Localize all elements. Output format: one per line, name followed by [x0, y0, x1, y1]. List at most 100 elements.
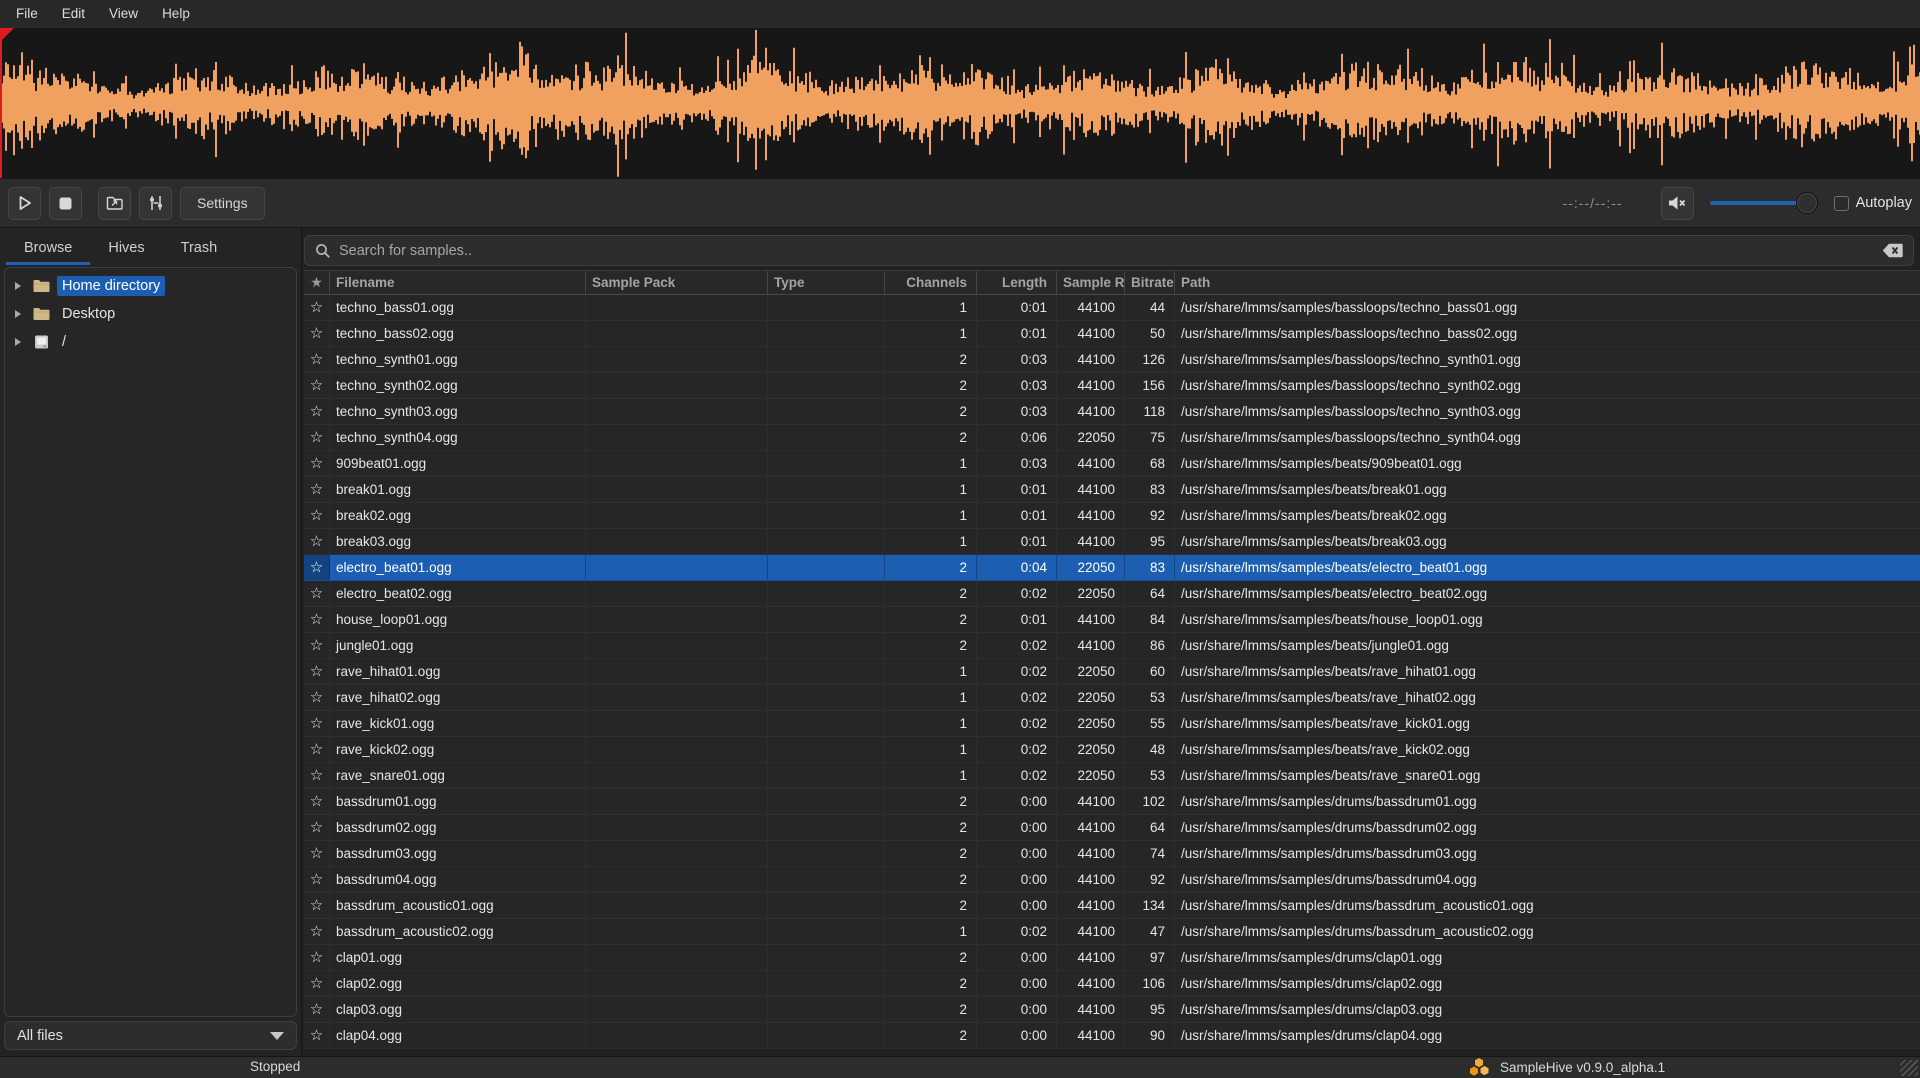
- tab-hives[interactable]: Hives: [90, 235, 162, 265]
- expand-arrow-icon[interactable]: [15, 338, 21, 346]
- table-row[interactable]: ☆ bassdrum02.ogg 2 0:00 44100 64 /usr/sh…: [304, 815, 1920, 841]
- favorite-star-icon[interactable]: ☆: [304, 971, 330, 996]
- table-row[interactable]: ☆ electro_beat02.ogg 2 0:02 22050 64 /us…: [304, 581, 1920, 607]
- favorite-star-icon[interactable]: ☆: [304, 763, 330, 788]
- favorite-star-icon[interactable]: ☆: [304, 659, 330, 684]
- column-header-type[interactable]: Type: [768, 271, 885, 294]
- table-row[interactable]: ☆ techno_synth03.ogg 2 0:03 44100 118 /u…: [304, 399, 1920, 425]
- column-header-filename[interactable]: Filename: [330, 271, 586, 294]
- tab-trash[interactable]: Trash: [163, 235, 236, 265]
- column-header-bitrate[interactable]: Bitrate: [1125, 271, 1175, 294]
- table-row[interactable]: ☆ bassdrum_acoustic02.ogg 1 0:02 44100 4…: [304, 919, 1920, 945]
- table-row[interactable]: ☆ house_loop01.ogg 2 0:01 44100 84 /usr/…: [304, 607, 1920, 633]
- favorite-star-icon[interactable]: ☆: [304, 893, 330, 918]
- favorite-star-icon[interactable]: ☆: [304, 815, 330, 840]
- menu-item-help[interactable]: Help: [150, 0, 202, 28]
- expand-arrow-icon[interactable]: [15, 282, 21, 290]
- table-row[interactable]: ☆ bassdrum04.ogg 2 0:00 44100 92 /usr/sh…: [304, 867, 1920, 893]
- table-row[interactable]: ☆ rave_hihat02.ogg 1 0:02 22050 53 /usr/…: [304, 685, 1920, 711]
- table-row[interactable]: ☆ techno_synth01.ogg 2 0:03 44100 126 /u…: [304, 347, 1920, 373]
- favorite-star-icon[interactable]: ☆: [304, 555, 330, 580]
- tab-browse[interactable]: Browse: [6, 235, 90, 265]
- favorite-star-icon[interactable]: ☆: [304, 425, 330, 450]
- table-row[interactable]: ☆ rave_kick02.ogg 1 0:02 22050 48 /usr/s…: [304, 737, 1920, 763]
- menu-item-view[interactable]: View: [97, 0, 150, 28]
- column-header-channels[interactable]: Channels: [885, 271, 977, 294]
- table-row[interactable]: ☆ techno_synth04.ogg 2 0:06 22050 75 /us…: [304, 425, 1920, 451]
- favorite-star-icon[interactable]: ☆: [304, 295, 330, 320]
- favorite-star-icon[interactable]: ☆: [304, 347, 330, 372]
- waveform-view[interactable]: [0, 28, 1920, 178]
- column-header-path[interactable]: Path: [1175, 271, 1920, 294]
- table-row[interactable]: ☆ bassdrum01.ogg 2 0:00 44100 102 /usr/s…: [304, 789, 1920, 815]
- tree-item-home-directory[interactable]: Home directory: [5, 272, 296, 300]
- favorite-star-icon[interactable]: ☆: [304, 1023, 330, 1048]
- favorite-star-icon[interactable]: ☆: [304, 997, 330, 1022]
- favorite-star-icon[interactable]: ☆: [304, 841, 330, 866]
- table-row[interactable]: ☆ break03.ogg 1 0:01 44100 95 /usr/share…: [304, 529, 1920, 555]
- stop-button[interactable]: [49, 187, 82, 220]
- loop-ab-button[interactable]: [139, 187, 172, 220]
- favorite-star-icon[interactable]: ☆: [304, 685, 330, 710]
- tree-item-root[interactable]: /: [5, 328, 296, 356]
- search-input[interactable]: [339, 243, 1882, 259]
- favorite-star-icon[interactable]: ☆: [304, 581, 330, 606]
- volume-slider[interactable]: [1710, 201, 1818, 205]
- table-row[interactable]: ☆ rave_kick01.ogg 1 0:02 22050 55 /usr/s…: [304, 711, 1920, 737]
- clear-search-icon[interactable]: [1882, 243, 1903, 258]
- table-row[interactable]: ☆ rave_snare01.ogg 1 0:02 22050 53 /usr/…: [304, 763, 1920, 789]
- favorite-star-icon[interactable]: ☆: [304, 607, 330, 632]
- file-filter-dropdown[interactable]: All files: [4, 1021, 297, 1050]
- search-bar[interactable]: [304, 235, 1914, 266]
- column-header-length[interactable]: Length: [977, 271, 1057, 294]
- tree-item-label[interactable]: Desktop: [57, 304, 120, 324]
- table-row[interactable]: ☆ techno_bass02.ogg 1 0:01 44100 50 /usr…: [304, 321, 1920, 347]
- table-row[interactable]: ☆ jungle01.ogg 2 0:02 44100 86 /usr/shar…: [304, 633, 1920, 659]
- autoplay-checkbox[interactable]: [1834, 196, 1849, 211]
- favorite-star-icon[interactable]: ☆: [304, 737, 330, 762]
- favorite-star-icon[interactable]: ☆: [304, 399, 330, 424]
- tree-item-label[interactable]: Home directory: [57, 276, 165, 296]
- settings-button[interactable]: Settings: [180, 187, 265, 220]
- favorite-star-icon[interactable]: ☆: [304, 373, 330, 398]
- table-row[interactable]: ☆ bassdrum03.ogg 2 0:00 44100 74 /usr/sh…: [304, 841, 1920, 867]
- mute-button[interactable]: [1661, 187, 1694, 220]
- volume-slider-knob[interactable]: [1796, 192, 1818, 214]
- favorite-star-icon[interactable]: ☆: [304, 503, 330, 528]
- menu-item-file[interactable]: File: [4, 0, 50, 28]
- table-row[interactable]: ☆ bassdrum_acoustic01.ogg 2 0:00 44100 1…: [304, 893, 1920, 919]
- tree-item-label[interactable]: /: [57, 332, 71, 352]
- table-row[interactable]: ☆ 909beat01.ogg 1 0:03 44100 68 /usr/sha…: [304, 451, 1920, 477]
- column-header-sample-rate[interactable]: Sample Rate: [1057, 271, 1125, 294]
- favorite-star-icon[interactable]: ☆: [304, 451, 330, 476]
- favorite-star-icon[interactable]: ☆: [304, 945, 330, 970]
- cell-bitrate: 83: [1125, 477, 1175, 502]
- table-row[interactable]: ☆ break02.ogg 1 0:01 44100 92 /usr/share…: [304, 503, 1920, 529]
- open-in-filemanager-button[interactable]: [98, 187, 131, 220]
- table-row[interactable]: ☆ clap04.ogg 2 0:00 44100 90 /usr/share/…: [304, 1023, 1920, 1049]
- favorite-star-icon[interactable]: ☆: [304, 919, 330, 944]
- favorite-star-icon[interactable]: ☆: [304, 477, 330, 502]
- cell-sample-pack: [586, 503, 768, 528]
- menu-item-edit[interactable]: Edit: [50, 0, 97, 28]
- tree-item-desktop[interactable]: Desktop: [5, 300, 296, 328]
- favorite-star-icon[interactable]: ☆: [304, 633, 330, 658]
- table-row[interactable]: ☆ rave_hihat01.ogg 1 0:02 22050 60 /usr/…: [304, 659, 1920, 685]
- favorite-star-icon[interactable]: ☆: [304, 867, 330, 892]
- favorite-star-icon[interactable]: ☆: [304, 789, 330, 814]
- favorite-star-icon[interactable]: ☆: [304, 529, 330, 554]
- table-row[interactable]: ☆ break01.ogg 1 0:01 44100 83 /usr/share…: [304, 477, 1920, 503]
- expand-arrow-icon[interactable]: [15, 310, 21, 318]
- column-header-favorite[interactable]: ★: [304, 271, 330, 294]
- favorite-star-icon[interactable]: ☆: [304, 321, 330, 346]
- play-button[interactable]: [8, 187, 41, 220]
- table-row[interactable]: ☆ techno_bass01.ogg 1 0:01 44100 44 /usr…: [304, 295, 1920, 321]
- resize-grip[interactable]: [1900, 1060, 1918, 1076]
- table-row[interactable]: ☆ clap03.ogg 2 0:00 44100 95 /usr/share/…: [304, 997, 1920, 1023]
- table-row[interactable]: ☆ clap02.ogg 2 0:00 44100 106 /usr/share…: [304, 971, 1920, 997]
- favorite-star-icon[interactable]: ☆: [304, 711, 330, 736]
- table-row[interactable]: ☆ clap01.ogg 2 0:00 44100 97 /usr/share/…: [304, 945, 1920, 971]
- table-row[interactable]: ☆ techno_synth02.ogg 2 0:03 44100 156 /u…: [304, 373, 1920, 399]
- column-header-sample-pack[interactable]: Sample Pack: [586, 271, 768, 294]
- table-row[interactable]: ☆ electro_beat01.ogg 2 0:04 22050 83 /us…: [304, 555, 1920, 581]
